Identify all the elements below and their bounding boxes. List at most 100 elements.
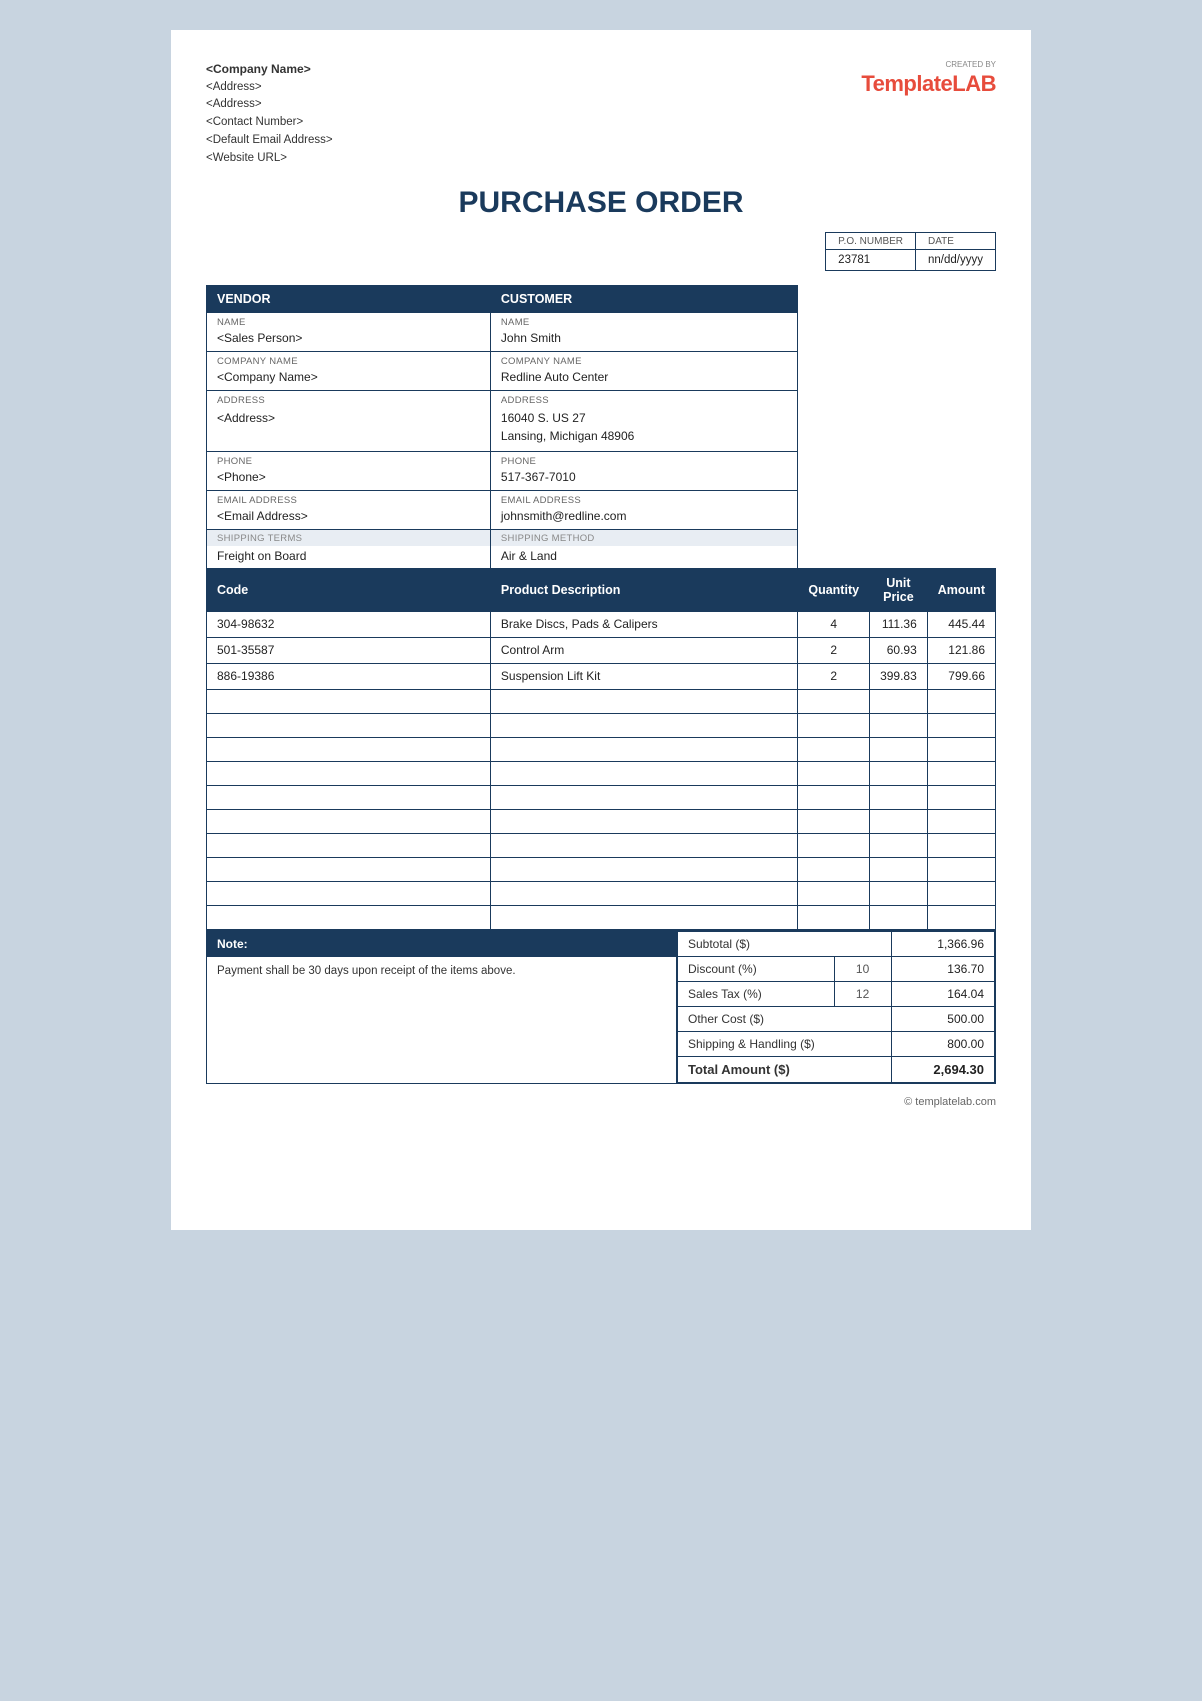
item-3-description: Suspension Lift Kit bbox=[490, 663, 797, 689]
discount-value: 136.70 bbox=[891, 956, 995, 981]
customer-name-value: John Smith bbox=[491, 329, 797, 351]
tax-label: Sales Tax (%) bbox=[678, 981, 835, 1006]
vendor-name-cell: NAME <Sales Person> bbox=[207, 312, 491, 351]
col-header-description: Product Description bbox=[490, 568, 797, 611]
totals-table: Subtotal ($) 1,366.96 Discount (%) 10 13… bbox=[677, 931, 995, 1083]
note-section: Note: Payment shall be 30 days upon rece… bbox=[206, 930, 676, 1084]
customer-phone-value: 517-367-7010 bbox=[491, 468, 797, 490]
empty-row bbox=[207, 809, 996, 833]
empty-row bbox=[207, 833, 996, 857]
company-address1: <Address> bbox=[206, 79, 333, 97]
vendor-address-label: ADDRESS bbox=[207, 391, 490, 407]
empty-row bbox=[207, 905, 996, 929]
item-1-code: 304-98632 bbox=[207, 611, 491, 637]
top-bar: <Company Name> <Address> <Address> <Cont… bbox=[206, 60, 996, 168]
purchase-order-page: <Company Name> <Address> <Address> <Cont… bbox=[171, 30, 1031, 1230]
vendor-phone-cell: PHONE <Phone> bbox=[207, 451, 491, 490]
discount-pct: 10 bbox=[834, 956, 891, 981]
company-info: <Company Name> <Address> <Address> <Cont… bbox=[206, 60, 333, 168]
subtotal-row: Subtotal ($) 1,366.96 bbox=[678, 931, 995, 956]
shipping-method-cell: SHIPPING METHOD Air & Land bbox=[490, 529, 797, 568]
item-row-1: 304-98632 Brake Discs, Pads & Calipers 4… bbox=[207, 611, 996, 637]
total-amount-value: 2,694.30 bbox=[891, 1056, 995, 1082]
shipping-method-value: Air & Land bbox=[491, 546, 797, 568]
company-email: <Default Email Address> bbox=[206, 132, 333, 150]
shipping-method-label: SHIPPING METHOD bbox=[491, 530, 797, 546]
item-2-amount: 121.86 bbox=[927, 637, 995, 663]
footer: © templatelab.com bbox=[206, 1096, 996, 1108]
empty-row bbox=[207, 737, 996, 761]
shipping-terms-label: SHIPPING TERMS bbox=[207, 530, 490, 546]
customer-address-cell: ADDRESS 16040 S. US 27 Lansing, Michigan… bbox=[490, 390, 797, 451]
vendor-company-cell: COMPANY NAME <Company Name> bbox=[207, 351, 491, 390]
item-3-amount: 799.66 bbox=[927, 663, 995, 689]
logo-lab: LAB bbox=[952, 71, 996, 96]
item-3-quantity: 2 bbox=[798, 663, 870, 689]
customer-company-value: Redline Auto Center bbox=[491, 368, 797, 390]
customer-address-value: 16040 S. US 27 Lansing, Michigan 48906 bbox=[491, 407, 797, 451]
customer-phone-cell: PHONE 517-367-7010 bbox=[490, 451, 797, 490]
empty-row bbox=[207, 713, 996, 737]
customer-header: CUSTOMER bbox=[490, 285, 797, 312]
discount-label: Discount (%) bbox=[678, 956, 835, 981]
empty-row bbox=[207, 761, 996, 785]
empty-row bbox=[207, 857, 996, 881]
note-header: Note: bbox=[207, 931, 676, 957]
date-label: DATE bbox=[916, 232, 996, 249]
item-3-unit-price: 399.83 bbox=[870, 663, 928, 689]
po-number-date-section: P.O. NUMBER DATE 23781 nn/dd/yyyy bbox=[206, 232, 996, 271]
tax-value: 164.04 bbox=[891, 981, 995, 1006]
date-value: nn/dd/yyyy bbox=[916, 249, 996, 270]
tax-pct: 12 bbox=[834, 981, 891, 1006]
company-address2: <Address> bbox=[206, 96, 333, 114]
item-2-description: Control Arm bbox=[490, 637, 797, 663]
total-amount-label: Total Amount ($) bbox=[678, 1056, 892, 1082]
logo-created-by: CREATED BY bbox=[861, 60, 996, 69]
vendor-phone-value: <Phone> bbox=[207, 468, 490, 490]
shipping-row-total: Shipping & Handling ($) 800.00 bbox=[678, 1031, 995, 1056]
item-2-quantity: 2 bbox=[798, 637, 870, 663]
company-contact: <Contact Number> bbox=[206, 114, 333, 132]
customer-company-cell: COMPANY NAME Redline Auto Center bbox=[490, 351, 797, 390]
empty-row bbox=[207, 881, 996, 905]
col-header-quantity: Quantity bbox=[798, 568, 870, 611]
copyright-text: © templatelab.com bbox=[904, 1096, 996, 1108]
other-cost-label: Other Cost ($) bbox=[678, 1006, 892, 1031]
customer-phone-label: PHONE bbox=[491, 452, 797, 468]
customer-name-cell: NAME John Smith bbox=[490, 312, 797, 351]
total-amount-row: Total Amount ($) 2,694.30 bbox=[678, 1056, 995, 1082]
discount-row: Discount (%) 10 136.70 bbox=[678, 956, 995, 981]
empty-row bbox=[207, 689, 996, 713]
customer-email-value: johnsmith@redline.com bbox=[491, 507, 797, 529]
vendor-name-value: <Sales Person> bbox=[207, 329, 490, 351]
col-header-unit-price: Unit Price bbox=[870, 568, 928, 611]
vendor-phone-label: PHONE bbox=[207, 452, 490, 468]
vendor-company-label: COMPANY NAME bbox=[207, 352, 490, 368]
other-cost-value: 500.00 bbox=[891, 1006, 995, 1031]
customer-company-label: COMPANY NAME bbox=[491, 352, 797, 368]
other-cost-row: Other Cost ($) 500.00 bbox=[678, 1006, 995, 1031]
vendor-email-label: EMAIL ADDRESS bbox=[207, 491, 490, 507]
tax-row: Sales Tax (%) 12 164.04 bbox=[678, 981, 995, 1006]
vendor-address-value: <Address> bbox=[207, 407, 490, 433]
item-1-amount: 445.44 bbox=[927, 611, 995, 637]
col-header-code: Code bbox=[207, 568, 491, 611]
item-row-3: 886-19386 Suspension Lift Kit 2 399.83 7… bbox=[207, 663, 996, 689]
vendor-address-cell: ADDRESS <Address> bbox=[207, 390, 491, 451]
customer-email-cell: EMAIL ADDRESS johnsmith@redline.com bbox=[490, 490, 797, 529]
customer-email-label: EMAIL ADDRESS bbox=[491, 491, 797, 507]
item-row-2: 501-35587 Control Arm 2 60.93 121.86 bbox=[207, 637, 996, 663]
item-1-description: Brake Discs, Pads & Calipers bbox=[490, 611, 797, 637]
shipping-terms-value: Freight on Board bbox=[207, 546, 490, 568]
items-header-row: Code Product Description Quantity Unit P… bbox=[207, 568, 996, 611]
note-content: Payment shall be 30 days upon receipt of… bbox=[207, 957, 676, 985]
page-title: PURCHASE ORDER bbox=[206, 186, 996, 220]
customer-name-label: NAME bbox=[491, 313, 797, 329]
subtotal-label: Subtotal ($) bbox=[678, 931, 892, 956]
company-website: <Website URL> bbox=[206, 150, 333, 168]
item-1-quantity: 4 bbox=[798, 611, 870, 637]
logo-template: Template bbox=[861, 71, 952, 96]
col-header-amount: Amount bbox=[927, 568, 995, 611]
shipping-handling-label: Shipping & Handling ($) bbox=[678, 1031, 892, 1056]
item-2-code: 501-35587 bbox=[207, 637, 491, 663]
